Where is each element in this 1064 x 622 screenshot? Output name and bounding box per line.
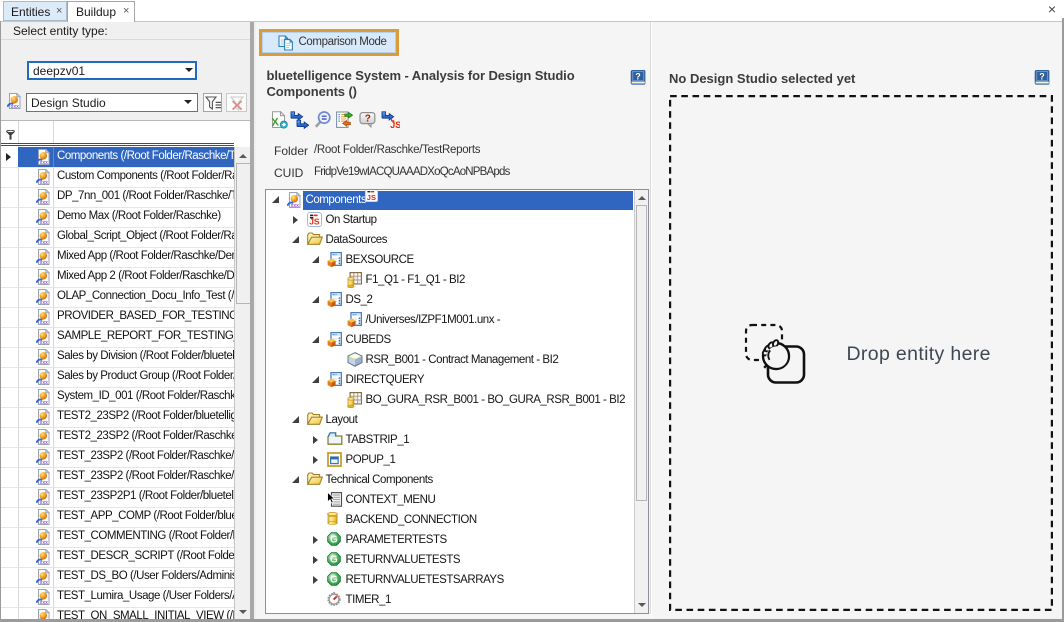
svg-text:xxx: xxx: [40, 520, 49, 525]
svg-text:?: ?: [635, 71, 641, 81]
svg-text:xxx: xxx: [40, 280, 49, 285]
svg-text:G: G: [330, 555, 338, 566]
svg-text:xxx: xxx: [40, 500, 49, 505]
svg-text:xxx: xxx: [40, 220, 49, 225]
svg-text:G: G: [330, 575, 338, 586]
svg-text:xxx: xxx: [40, 540, 49, 545]
svg-text:xxx: xxx: [40, 300, 49, 305]
svg-text:JS: JS: [367, 193, 376, 202]
svg-text:xxx: xxx: [40, 180, 49, 185]
svg-text:xxx: xxx: [40, 340, 49, 345]
svg-text:?: ?: [365, 114, 371, 125]
svg-text:xxx: xxx: [291, 203, 300, 208]
svg-text:?: ?: [1039, 71, 1045, 81]
svg-text:xxx: xxx: [40, 160, 49, 165]
svg-text:xxx: xxx: [40, 400, 49, 405]
svg-text:xxx: xxx: [40, 580, 49, 585]
svg-text:xxx: xxx: [40, 360, 49, 365]
svg-text:xxx: xxx: [40, 440, 49, 445]
svg-text:xxx: xxx: [40, 380, 49, 385]
svg-text:xxx: xxx: [40, 560, 49, 565]
svg-text:xxx: xxx: [40, 240, 49, 245]
svg-text:xxx: xxx: [40, 200, 49, 205]
svg-text:xxx: xxx: [40, 480, 49, 485]
svg-text:xxx: xxx: [40, 260, 49, 265]
svg-text:JS: JS: [309, 217, 320, 227]
svg-text:xxx: xxx: [11, 104, 20, 109]
svg-text:xxx: xxx: [40, 460, 49, 465]
svg-text:xxx: xxx: [40, 420, 49, 425]
svg-text:G: G: [330, 535, 338, 546]
svg-text:JS: JS: [390, 120, 400, 129]
svg-text:xxx: xxx: [40, 600, 49, 605]
svg-text:xxx: xxx: [40, 320, 49, 325]
